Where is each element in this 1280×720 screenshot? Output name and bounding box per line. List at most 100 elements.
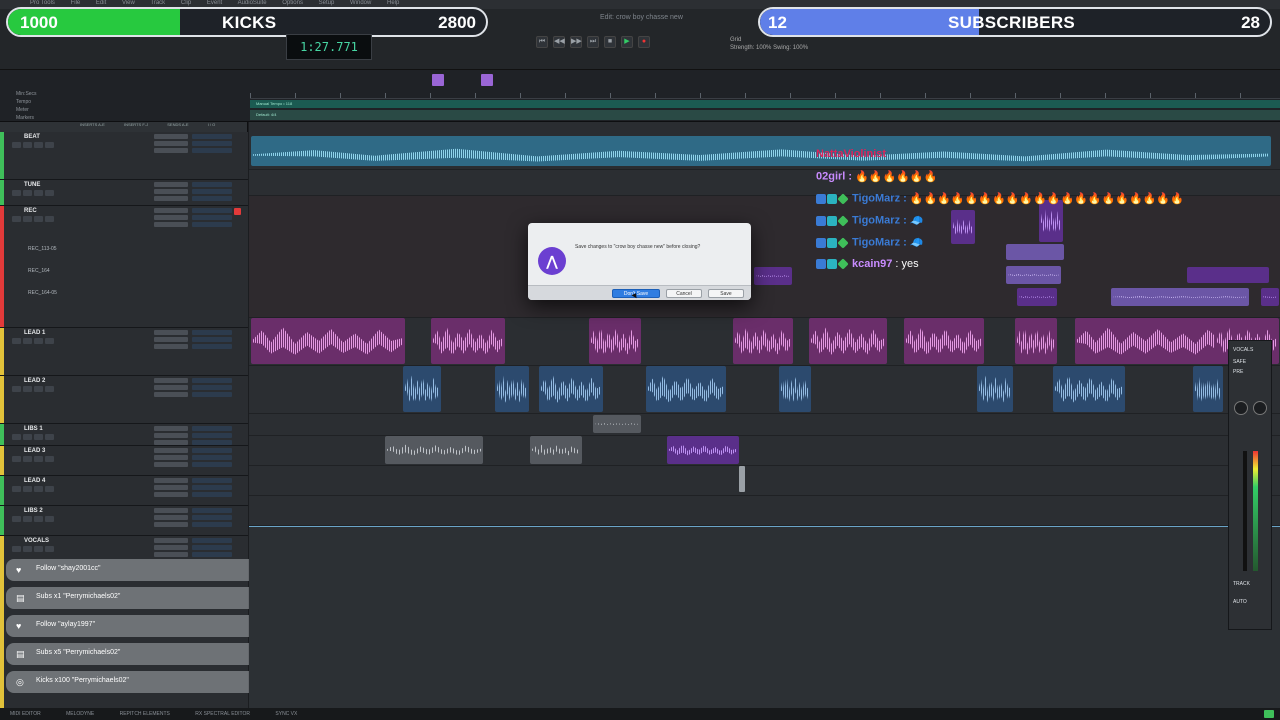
track-header[interactable]: LEAD 2 xyxy=(0,376,248,424)
track-name[interactable]: LEAD 4 xyxy=(24,478,45,484)
audio-clip[interactable] xyxy=(431,318,505,364)
solo-button[interactable] xyxy=(34,338,43,344)
min-secs-ruler[interactable] xyxy=(250,93,1280,99)
io-selector[interactable] xyxy=(192,426,232,431)
io-selector[interactable] xyxy=(192,455,232,460)
insert-slot[interactable] xyxy=(154,141,188,146)
insert-slot[interactable] xyxy=(154,522,188,527)
record-arm-button[interactable] xyxy=(12,434,21,440)
input-monitor-button[interactable] xyxy=(23,190,32,196)
mute-button[interactable] xyxy=(45,338,54,344)
insert-slot[interactable] xyxy=(154,426,188,431)
io-selector[interactable] xyxy=(192,344,232,349)
audio-clip[interactable] xyxy=(251,318,405,364)
rewind-icon[interactable]: ◀◀ xyxy=(553,36,565,48)
tempo-ruler[interactable] xyxy=(250,100,1280,108)
io-selector[interactable] xyxy=(192,545,232,550)
melodyne-tab[interactable]: MELODYNE xyxy=(66,711,94,717)
record-arm-button[interactable] xyxy=(12,456,21,462)
insert-slot[interactable] xyxy=(154,378,188,383)
insert-slot[interactable] xyxy=(154,344,188,349)
solo-button[interactable] xyxy=(34,456,43,462)
record-arm-button[interactable] xyxy=(12,338,21,344)
solo-button[interactable] xyxy=(34,434,43,440)
io-selector[interactable] xyxy=(192,508,232,513)
safe-button[interactable]: SAFE xyxy=(1233,359,1246,365)
insert-slot[interactable] xyxy=(154,330,188,335)
pan-knob-left[interactable] xyxy=(1234,401,1248,415)
lane-vocals[interactable] xyxy=(249,526,1280,710)
track-header[interactable]: LIBS 2 xyxy=(0,506,248,536)
record-arm-button[interactable] xyxy=(12,216,21,222)
audio-clip[interactable] xyxy=(809,318,887,364)
track-header[interactable]: LEAD 4 xyxy=(0,476,248,506)
insert-slot[interactable] xyxy=(154,508,188,513)
rx-spectral-tab[interactable]: RX SPECTRAL EDITOR xyxy=(195,711,250,717)
record-arm-button[interactable] xyxy=(12,142,21,148)
audio-clip[interactable] xyxy=(1193,366,1223,412)
audio-clip[interactable] xyxy=(589,318,641,364)
solo-button[interactable] xyxy=(34,546,43,552)
io-selector[interactable] xyxy=(192,522,232,527)
insert-slot[interactable] xyxy=(154,196,188,201)
audio-clip[interactable] xyxy=(1111,288,1249,306)
playlist-lane-name[interactable]: REC_164 xyxy=(28,268,50,274)
input-monitor-button[interactable] xyxy=(23,142,32,148)
strength-value[interactable]: 100% xyxy=(756,45,771,51)
audio-clip[interactable] xyxy=(1006,266,1061,284)
volume-fader[interactable] xyxy=(1243,451,1247,571)
track-name[interactable]: LIBS 1 xyxy=(24,426,43,432)
insert-slot[interactable] xyxy=(154,433,188,438)
play-icon[interactable]: ▶ xyxy=(621,36,633,48)
io-selector[interactable] xyxy=(192,385,232,390)
insert-slot[interactable] xyxy=(154,485,188,490)
go-to-end-icon[interactable]: ⏭ xyxy=(587,36,599,48)
solo-button[interactable] xyxy=(34,190,43,196)
track-name[interactable]: VOCALS xyxy=(24,538,49,544)
mute-button[interactable] xyxy=(45,516,54,522)
automation-mode-label[interactable]: AUTO xyxy=(1233,599,1247,605)
track-name[interactable]: LEAD 3 xyxy=(24,448,45,454)
insert-slot[interactable] xyxy=(154,462,188,467)
audio-clip[interactable] xyxy=(495,366,529,412)
audio-clip[interactable] xyxy=(1053,366,1125,412)
audio-clip[interactable] xyxy=(951,210,975,244)
io-selector[interactable] xyxy=(192,141,232,146)
input-monitor-button[interactable] xyxy=(23,546,32,552)
record-arm-button[interactable] xyxy=(12,386,21,392)
save-button[interactable]: Save xyxy=(708,289,744,298)
lane-libs2[interactable] xyxy=(249,496,1280,526)
rewind-start-icon[interactable]: ⏮ xyxy=(536,36,548,48)
input-monitor-button[interactable] xyxy=(23,456,32,462)
input-monitor-button[interactable] xyxy=(23,486,32,492)
insert-slot[interactable] xyxy=(154,337,188,342)
track-name[interactable]: BEAT xyxy=(24,134,40,140)
solo-button[interactable] xyxy=(34,216,43,222)
audio-clip[interactable] xyxy=(667,436,739,464)
insert-slot[interactable] xyxy=(154,208,188,213)
insert-slot[interactable] xyxy=(154,515,188,520)
solo-button[interactable] xyxy=(34,516,43,522)
repitch-tab[interactable]: REPITCH ELEMENTS xyxy=(120,711,170,717)
mute-button[interactable] xyxy=(45,456,54,462)
track-header[interactable]: LIBS 1 xyxy=(0,424,248,446)
sync-vx-tab[interactable]: SYNC VX xyxy=(275,711,297,717)
insert-slot[interactable] xyxy=(154,189,188,194)
marker-flag[interactable] xyxy=(432,74,444,86)
midi-editor-tab[interactable]: MIDI EDITOR xyxy=(10,711,41,717)
audio-clip[interactable] xyxy=(1075,318,1235,364)
record-icon[interactable]: ● xyxy=(638,36,650,48)
track-header[interactable]: TUNE xyxy=(0,180,248,206)
mute-button[interactable] xyxy=(45,434,54,440)
audio-clip[interactable] xyxy=(646,366,726,412)
cancel-button[interactable]: Cancel xyxy=(666,289,702,298)
pre-button[interactable]: PRE xyxy=(1233,369,1243,375)
swing-value[interactable]: 100% xyxy=(793,45,808,51)
track-name[interactable]: LEAD 1 xyxy=(24,330,45,336)
track-header[interactable]: BEAT xyxy=(0,132,248,180)
menu-item[interactable]: Pro Tools xyxy=(30,0,55,6)
track-header[interactable]: LEAD 3 xyxy=(0,446,248,476)
menu-item[interactable]: AudioSuite xyxy=(238,0,267,6)
solo-button[interactable] xyxy=(34,486,43,492)
menu-item[interactable]: Setup xyxy=(319,0,335,6)
